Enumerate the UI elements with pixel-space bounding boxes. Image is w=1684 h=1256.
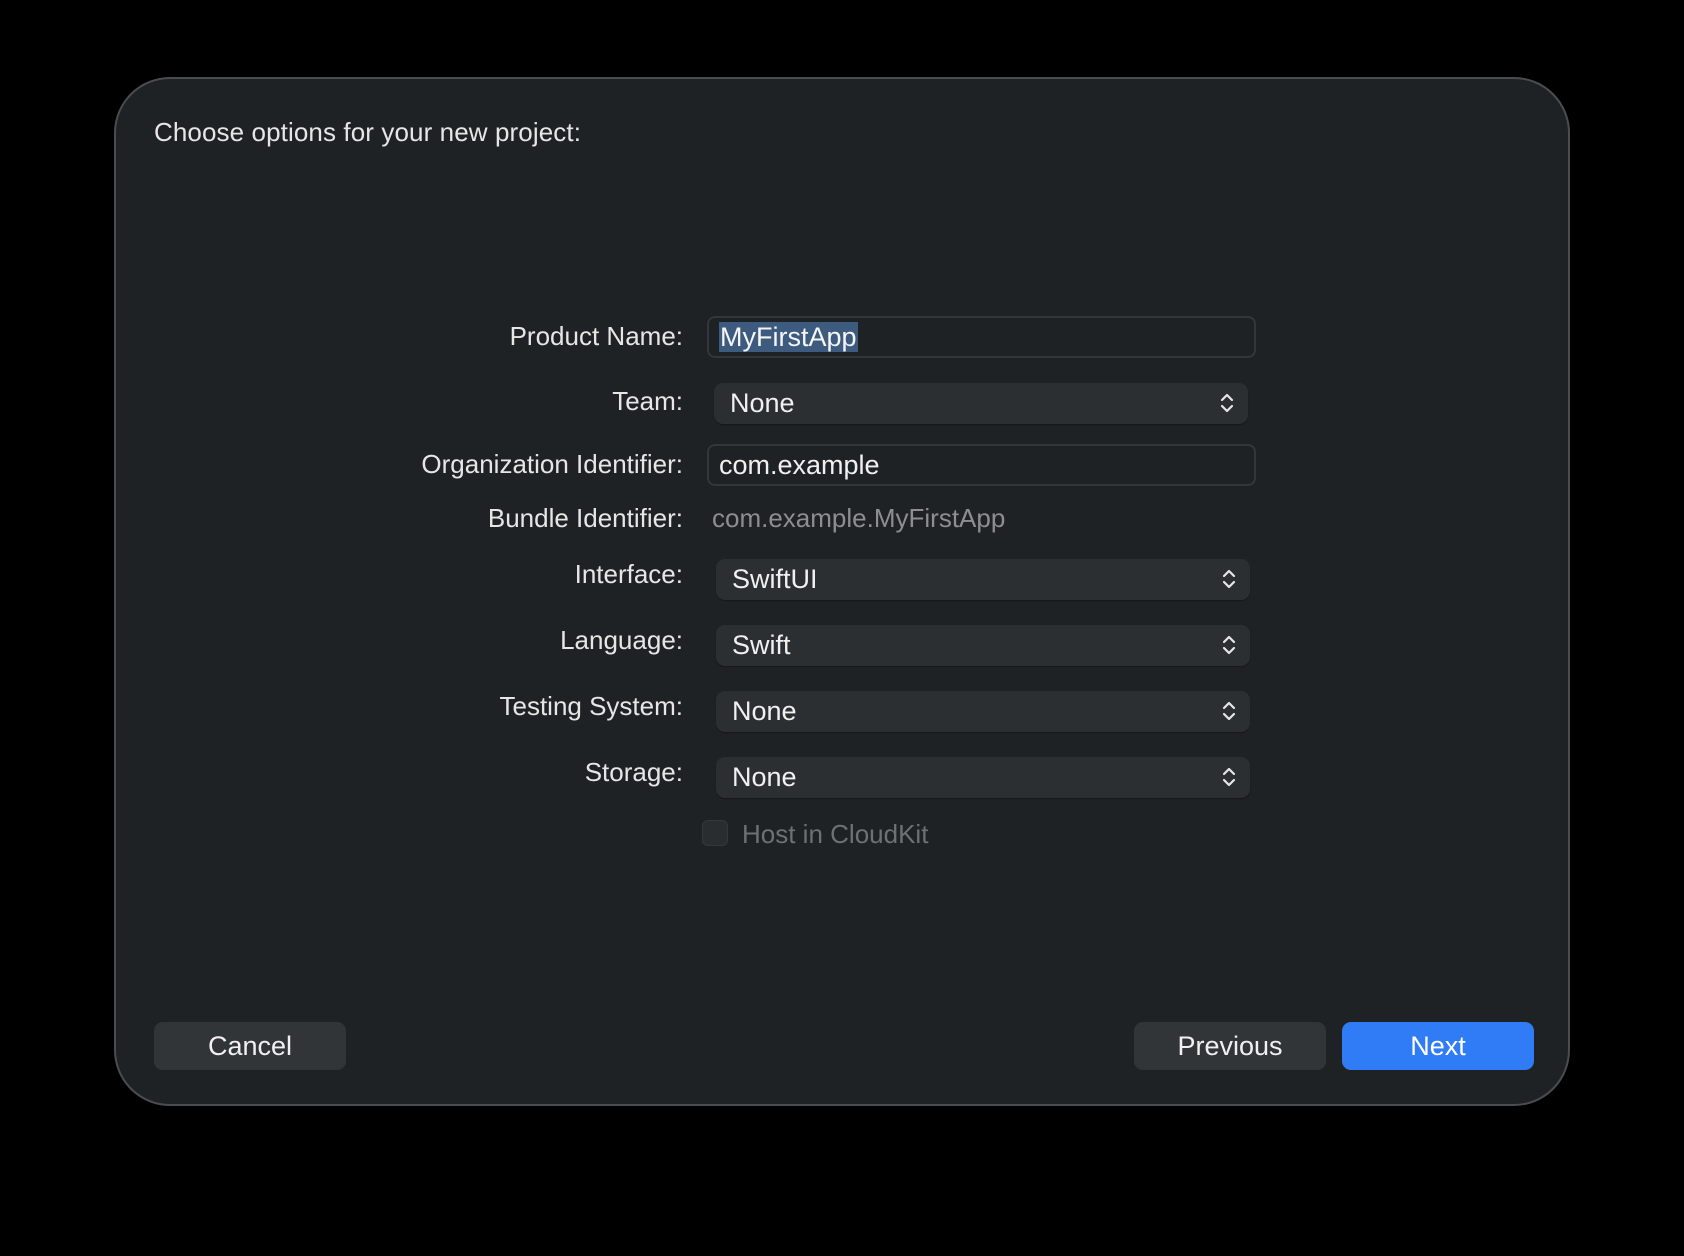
language-label: Language: bbox=[560, 625, 683, 655]
host-in-cloudkit-label: Host in CloudKit bbox=[742, 819, 929, 849]
dialog-title: Choose options for your new project: bbox=[154, 117, 582, 147]
team-label: Team: bbox=[612, 386, 683, 416]
interface-popup[interactable]: SwiftUI bbox=[716, 559, 1250, 600]
product-name-label: Product Name: bbox=[509, 321, 683, 351]
chevron-up-down-icon bbox=[1222, 701, 1236, 721]
new-project-options-dialog: Choose options for your new project: Pro… bbox=[114, 77, 1570, 1106]
language-value: Swift bbox=[732, 630, 791, 660]
product-name-value: MyFirstApp bbox=[719, 322, 858, 352]
organization-identifier-value: com.example bbox=[719, 450, 880, 480]
chevron-up-down-icon bbox=[1222, 569, 1236, 589]
chevron-up-down-icon bbox=[1222, 767, 1236, 787]
bundle-identifier-value: com.example.MyFirstApp bbox=[712, 503, 1006, 533]
bundle-identifier-label: Bundle Identifier: bbox=[487, 503, 683, 533]
next-button[interactable]: Next bbox=[1342, 1022, 1534, 1070]
interface-label: Interface: bbox=[574, 559, 683, 589]
storage-value: None bbox=[732, 762, 797, 792]
product-name-field[interactable]: MyFirstApp bbox=[707, 316, 1256, 358]
previous-button[interactable]: Previous bbox=[1134, 1022, 1326, 1070]
host-in-cloudkit-checkbox[interactable] bbox=[702, 820, 728, 846]
language-popup[interactable]: Swift bbox=[716, 625, 1250, 666]
storage-label: Storage: bbox=[584, 757, 683, 787]
cancel-button[interactable]: Cancel bbox=[154, 1022, 346, 1070]
testing-system-value: None bbox=[732, 696, 797, 726]
team-popup[interactable]: None bbox=[714, 383, 1248, 424]
storage-popup[interactable]: None bbox=[716, 757, 1250, 798]
team-value: None bbox=[730, 388, 795, 418]
testing-system-label: Testing System: bbox=[499, 691, 683, 721]
organization-identifier-label: Organization Identifier: bbox=[421, 449, 683, 479]
chevron-up-down-icon bbox=[1222, 635, 1236, 655]
chevron-up-down-icon bbox=[1220, 393, 1234, 413]
interface-value: SwiftUI bbox=[732, 564, 818, 594]
organization-identifier-field[interactable]: com.example bbox=[707, 444, 1256, 486]
testing-system-popup[interactable]: None bbox=[716, 691, 1250, 732]
